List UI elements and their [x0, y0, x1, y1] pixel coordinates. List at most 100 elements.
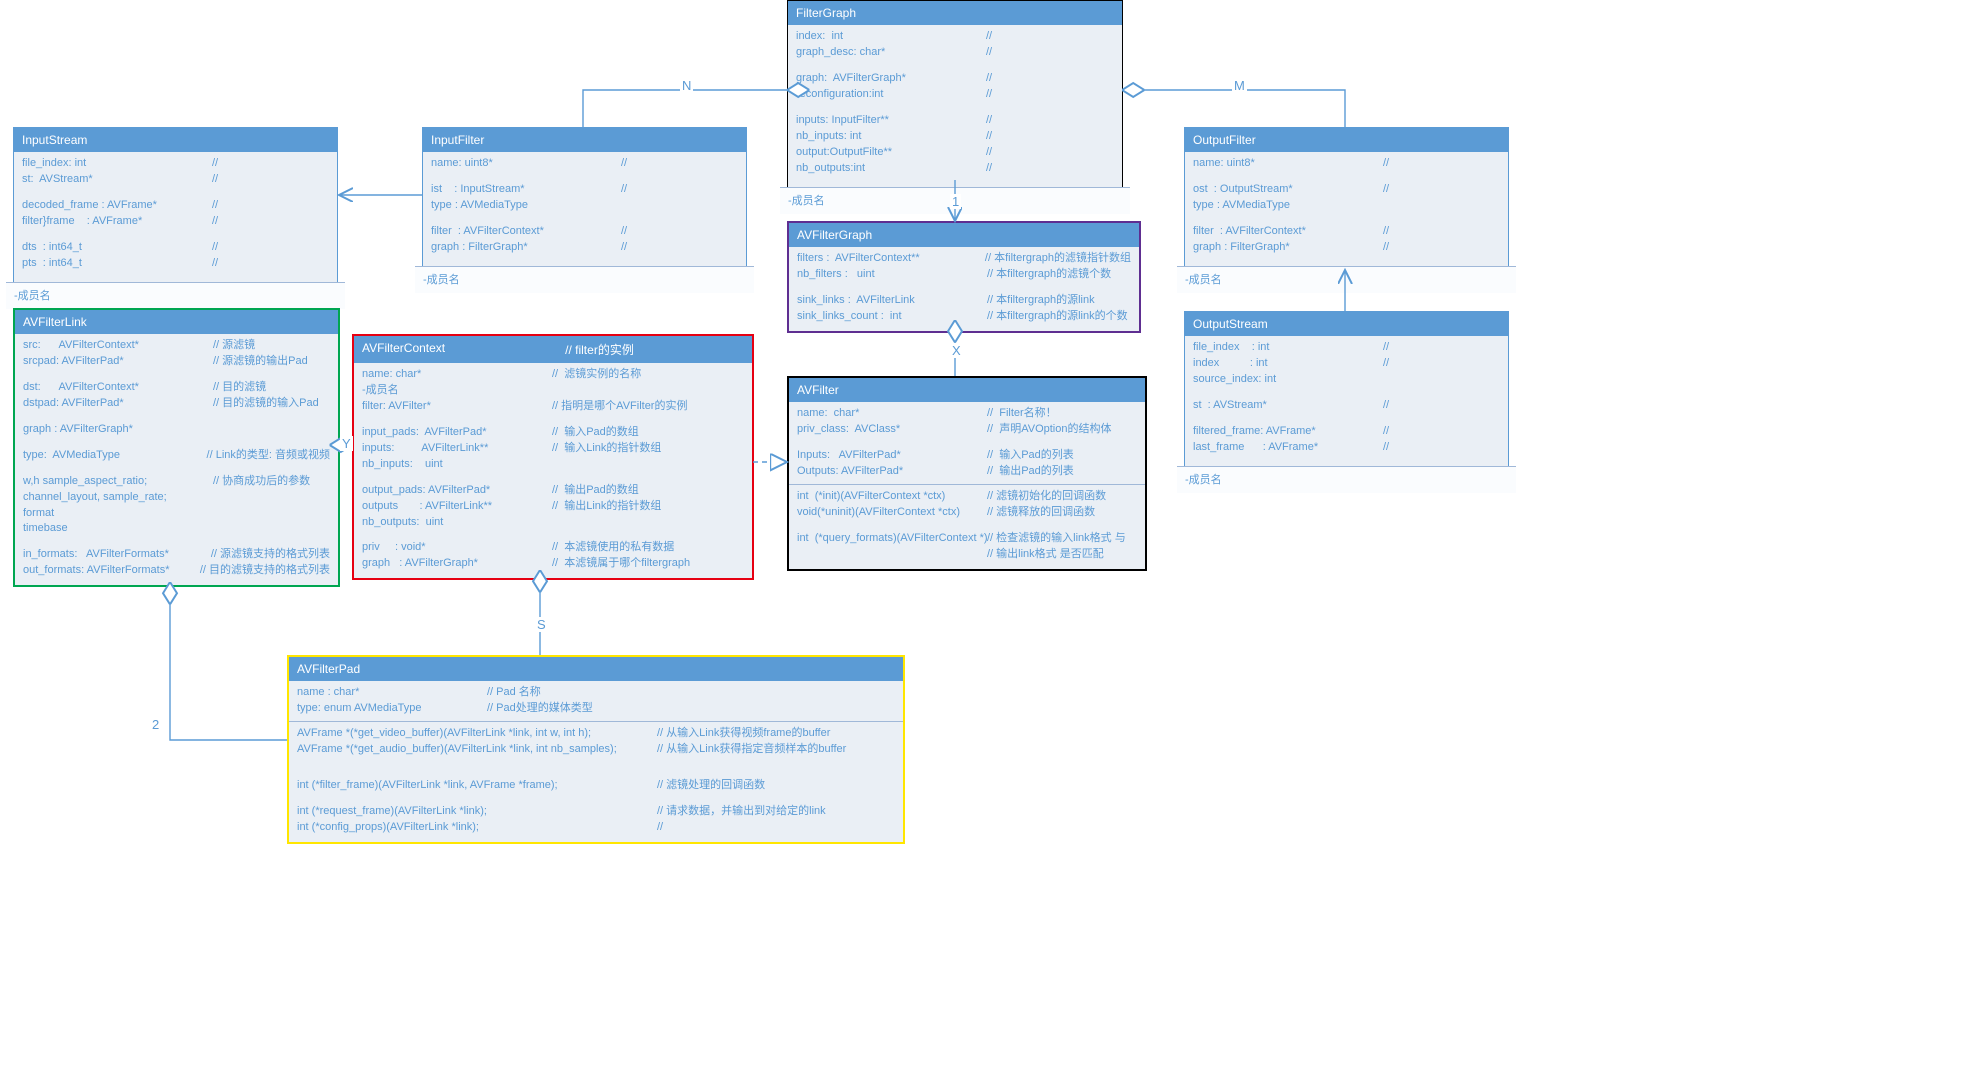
- field-decl: name: uint8*: [431, 156, 621, 172]
- field-comment: //: [1383, 224, 1389, 240]
- title-text: AVFilterGraph: [797, 228, 872, 242]
- field-row: filter}frame : AVFrame*//: [22, 214, 329, 230]
- field-comment: //: [212, 172, 218, 188]
- field-decl: ost : OutputStream*: [1193, 182, 1383, 198]
- field-comment: //: [657, 820, 663, 836]
- field-decl: filter : AVFilterContext*: [431, 224, 621, 240]
- field-decl: [797, 547, 987, 563]
- title-comment: // filter的实例: [565, 341, 634, 358]
- field-decl: src: AVFilterContext*: [23, 338, 213, 354]
- field-decl: channel_layout, sample_rate;: [23, 490, 213, 506]
- field-decl: name: char*: [362, 367, 552, 383]
- field-decl: file_index: int: [22, 156, 212, 172]
- field-row: int (*filter_frame)(AVFilterLink *link, …: [297, 778, 895, 794]
- field-row: input_pads: AVFilterPad*// 输入Pad的数组: [362, 425, 744, 441]
- field-decl: name: uint8*: [1193, 156, 1383, 172]
- field-decl: void(*uninit)(AVFilterContext *ctx): [797, 505, 987, 521]
- field-comment: // 本filtergraph的滤镜指针数组: [985, 251, 1131, 267]
- field-row: priv_class: AVClass*// 声明AVOption的结构体: [797, 422, 1137, 438]
- field-decl: AVFrame *(*get_audio_buffer)(AVFilterLin…: [297, 742, 657, 758]
- field-decl: sink_links : AVFilterLink: [797, 293, 987, 309]
- field-comment: //: [621, 156, 627, 172]
- field-decl: nb_outputs:int: [796, 161, 986, 177]
- field-decl: nb_inputs: uint: [362, 457, 552, 473]
- field-decl: graph : AVFilterGraph*: [362, 556, 552, 572]
- field-comment: // 目的滤镜支持的格式列表: [200, 563, 330, 579]
- field-row: graph : FilterGraph*//: [431, 240, 738, 256]
- label-two: 2: [150, 717, 161, 732]
- field-decl: filter}frame : AVFrame*: [22, 214, 212, 230]
- field-row: output:OutputFilte**//: [796, 145, 1114, 161]
- class-title: OutputStream: [1185, 312, 1508, 336]
- field-comment: // 指明是哪个AVFilter的实例: [552, 399, 687, 415]
- field-decl: priv_class: AVClass*: [797, 422, 987, 438]
- field-row: type : AVMediaType: [1193, 198, 1500, 214]
- field-decl: output_pads: AVFilterPad*: [362, 483, 552, 499]
- field-comment: // 输入Pad的列表: [987, 448, 1074, 464]
- field-row: filter: AVFilter*// 指明是哪个AVFilter的实例: [362, 399, 744, 415]
- class-body: filters : AVFilterContext**// 本filtergra…: [789, 247, 1139, 331]
- field-comment: // 输入Pad的数组: [552, 425, 639, 441]
- field-row: sink_links_count : int// 本filtergraph的源l…: [797, 309, 1131, 325]
- field-decl: nb_outputs: uint: [362, 515, 552, 531]
- field-row: decoded_frame : AVFrame*//: [22, 198, 329, 214]
- field-row: graph: AVFilterGraph*//: [796, 71, 1114, 87]
- field-decl: index: int: [796, 29, 986, 45]
- field-comment: //: [621, 240, 627, 256]
- field-decl: srcpad: AVFilterPad*: [23, 354, 213, 370]
- field-row: w,h sample_aspect_ratio;// 协商成功后的参数: [23, 474, 330, 490]
- field-decl: int (*filter_frame)(AVFilterLink *link, …: [297, 778, 657, 794]
- field-row: st : AVStream*//: [1193, 398, 1500, 414]
- title-text: OutputStream: [1193, 317, 1268, 331]
- field-row: dst: AVFilterContext*// 目的滤镜: [23, 380, 330, 396]
- field-row: ost : OutputStream*//: [1193, 182, 1500, 198]
- field-decl: int (*request_frame)(AVFilterLink *link)…: [297, 804, 657, 820]
- field-comment: // 从输入Link获得指定音频样本的buffer: [657, 742, 846, 758]
- class-body: file_index : int//index : int//source_in…: [1185, 336, 1508, 462]
- field-comment: //: [1383, 240, 1389, 256]
- field-row: name: char*// 滤镜实例的名称: [362, 367, 744, 383]
- field-comment: // 输出Link的指针数组: [552, 499, 661, 515]
- field-decl: graph : AVFilterGraph*: [23, 422, 213, 438]
- field-row: void(*uninit)(AVFilterContext *ctx)// 滤镜…: [797, 505, 1137, 521]
- field-comment: // 协商成功后的参数: [213, 474, 310, 490]
- field-row: source_index: int: [1193, 372, 1500, 388]
- class-avfilter-graph: AVFilterGraph filters : AVFilterContext**…: [787, 221, 1141, 333]
- field-comment: //: [1383, 156, 1389, 172]
- field-decl: name : char*: [297, 685, 487, 701]
- field-decl: nb_inputs: int: [796, 129, 986, 145]
- field-comment: //: [212, 198, 218, 214]
- title-text: FilterGraph: [796, 6, 856, 20]
- field-decl: dts : int64_t: [22, 240, 212, 256]
- field-decl: AVFrame *(*get_video_buffer)(AVFilterLin…: [297, 726, 657, 742]
- label-y: Y: [340, 436, 353, 451]
- class-footer: -成员名: [1177, 266, 1516, 293]
- field-row: Inputs: AVFilterPad*// 输入Pad的列表: [797, 448, 1137, 464]
- field-decl: input_pads: AVFilterPad*: [362, 425, 552, 441]
- field-comment: // 本filtergraph的源link: [987, 293, 1095, 309]
- field-row: filtered_frame: AVFrame*//: [1193, 424, 1500, 440]
- class-title: AVFilterGraph: [789, 223, 1139, 247]
- field-decl: file_index : int: [1193, 340, 1383, 356]
- field-comment: //: [212, 214, 218, 230]
- field-decl: out_formats: AVFilterFormats*: [23, 563, 200, 579]
- title-text: AVFilterPad: [297, 662, 360, 676]
- field-row: srcpad: AVFilterPad*// 源滤镜的输出Pad: [23, 354, 330, 370]
- class-output-filter: OutputFiltername: uint8*//ost : OutputSt…: [1184, 127, 1509, 288]
- field-row: pts : int64_t//: [22, 256, 329, 272]
- class-title: InputStream: [14, 128, 337, 152]
- field-row: nb_outputs: uint: [362, 515, 744, 531]
- field-row: timebase: [23, 521, 330, 537]
- field-row: graph : FilterGraph*//: [1193, 240, 1500, 256]
- class-title: AVFilterPad: [289, 657, 903, 681]
- class-body: file_index: int//st: AVStream*//decoded_…: [14, 152, 337, 278]
- class-title: FilterGraph: [788, 1, 1122, 25]
- field-row: nb_outputs:int//: [796, 161, 1114, 177]
- field-comment: //: [1383, 340, 1389, 356]
- field-comment: //: [1383, 356, 1389, 372]
- field-row: st: AVStream*//: [22, 172, 329, 188]
- field-comment: // Pad 名称: [487, 685, 541, 701]
- field-comment: //: [212, 240, 218, 256]
- field-decl: -成员名: [362, 383, 552, 399]
- class-avfilter-pad: AVFilterPadname : char*// Pad 名称type: en…: [287, 655, 905, 844]
